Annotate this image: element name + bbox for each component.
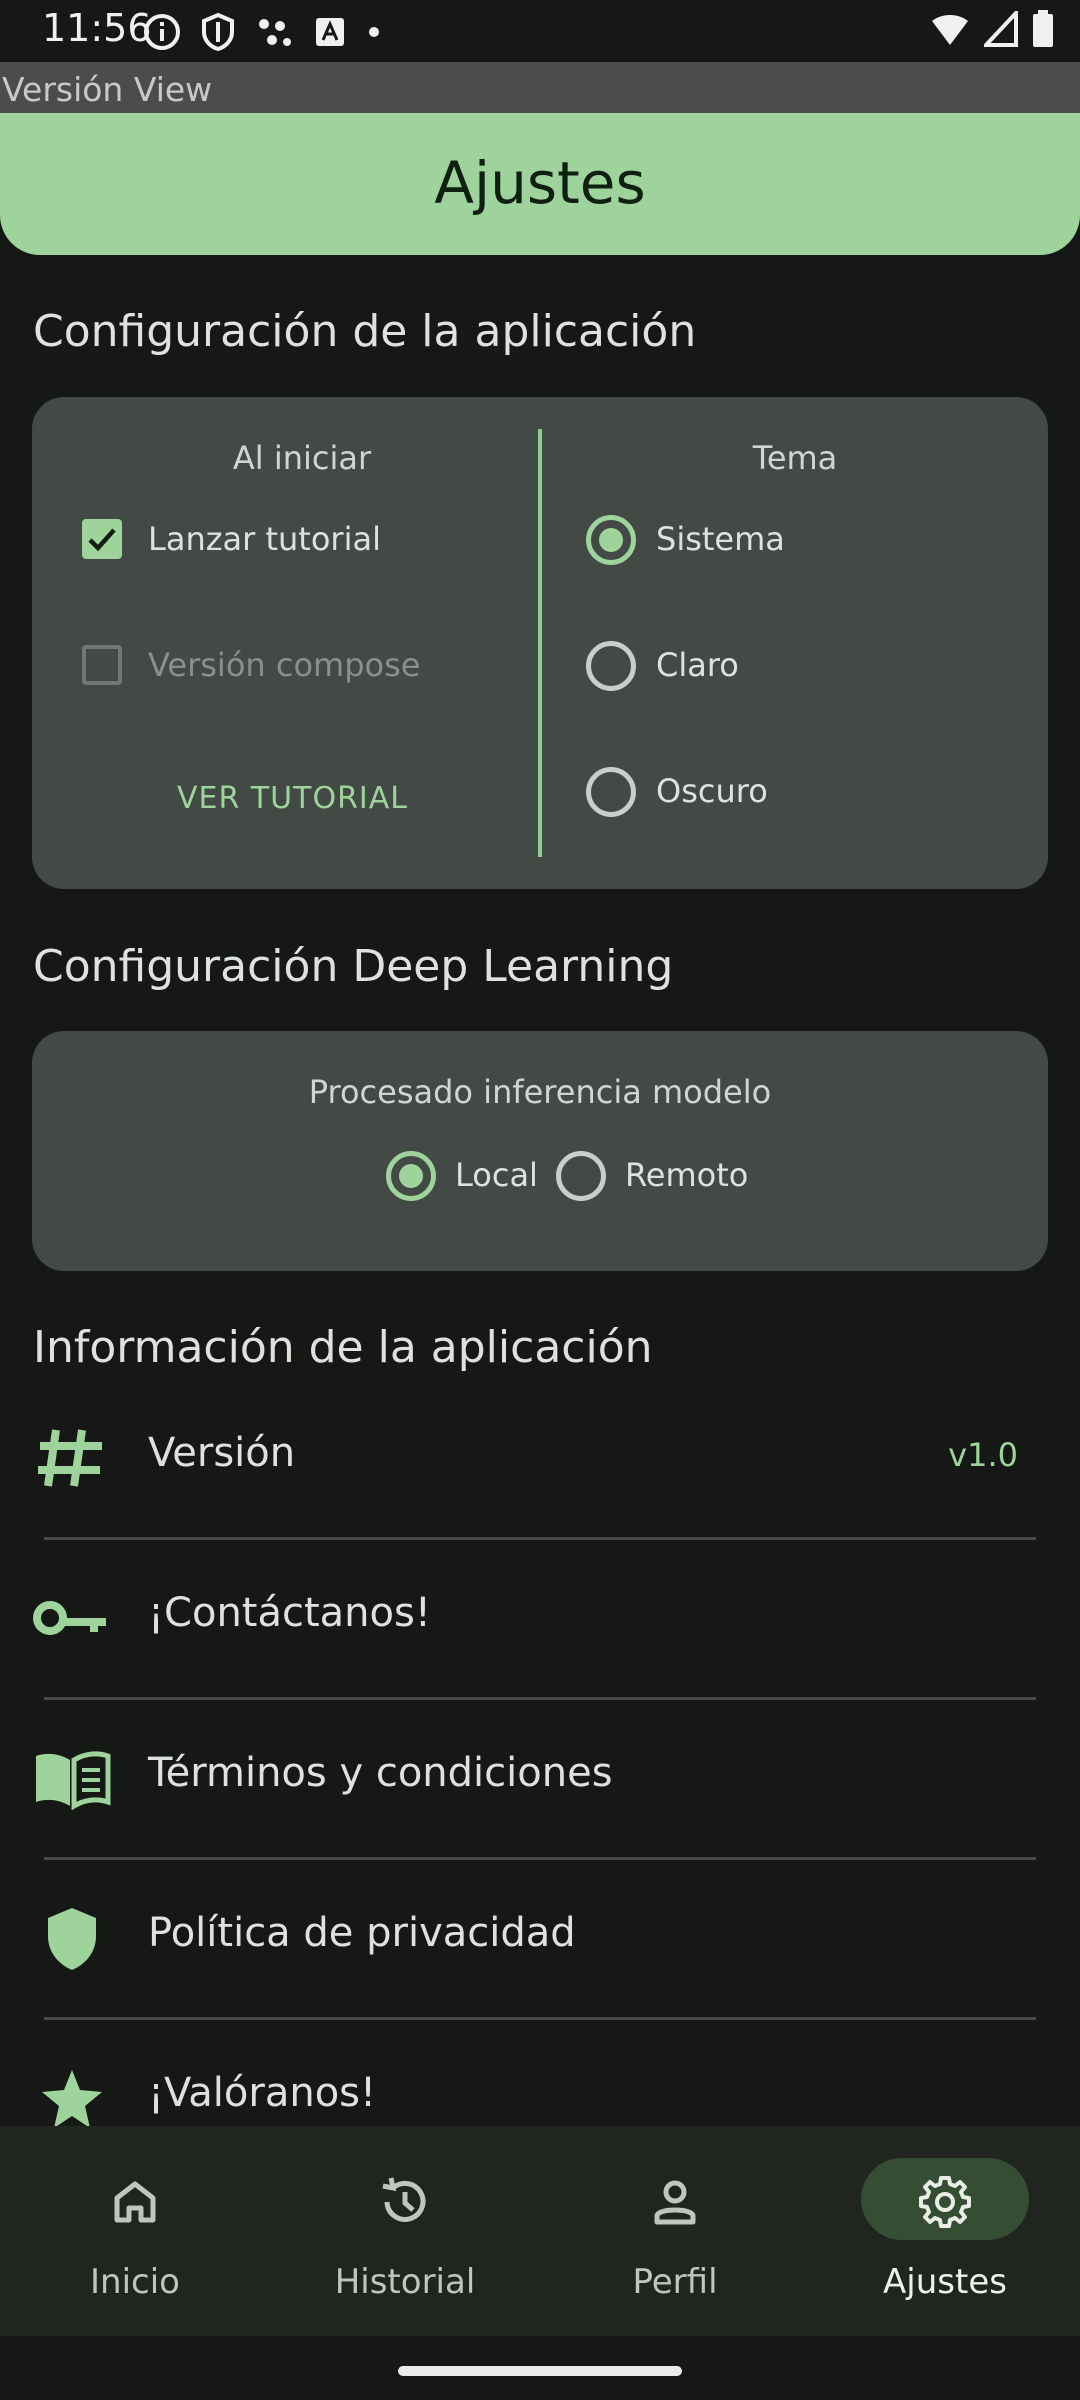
radio-unselected[interactable]	[586, 641, 636, 691]
launch-tutorial-label: Lanzar tutorial	[148, 520, 381, 558]
notification-icons	[142, 12, 382, 52]
shield-status-icon	[202, 12, 234, 52]
shield-icon	[48, 1908, 96, 1970]
theme-option-label: Oscuro	[656, 772, 768, 810]
gesture-handle[interactable]	[398, 2366, 682, 2376]
app-config-card: Al iniciar Lanzar tutorial Versión compo…	[32, 397, 1048, 889]
column-divider	[538, 429, 542, 857]
inference-option-label: Local	[455, 1156, 538, 1194]
compose-version-label: Versión compose	[148, 646, 421, 684]
nav-label: Ajustes	[883, 2262, 1007, 2302]
radio-unselected[interactable]	[586, 767, 636, 817]
gear-icon	[919, 2176, 971, 2228]
home-icon	[114, 2181, 156, 2223]
wifi-icon	[932, 15, 968, 45]
info-row-label: Términos y condiciones	[148, 1750, 613, 1796]
info-row-contact[interactable]: ¡Contáctanos!	[0, 1540, 1080, 1700]
check-icon	[88, 528, 116, 552]
info-row-terms[interactable]: Términos y condiciones	[0, 1700, 1080, 1860]
bottom-navigation: Inicio Historial Perfil Ajustes	[0, 2126, 1080, 2336]
status-time: 11:56	[42, 6, 152, 50]
theme-title: Tema	[752, 439, 838, 477]
page-title: Ajustes	[434, 149, 646, 217]
app-info-title: Información de la aplicación	[33, 1322, 653, 1373]
nav-item-inicio[interactable]: Inicio	[0, 2126, 270, 2336]
person-icon	[654, 2180, 696, 2225]
dl-config-title: Configuración Deep Learning	[33, 941, 674, 992]
inference-option-label: Remoto	[625, 1156, 749, 1194]
version-bar-label: Versión View	[2, 70, 213, 109]
dot-icon	[369, 27, 379, 37]
info-row-privacy[interactable]: Política de privacidad	[0, 1860, 1080, 2020]
keyboard-icon	[316, 18, 344, 46]
radio-unselected[interactable]	[556, 1151, 606, 1201]
startup-title: Al iniciar	[232, 439, 372, 477]
radio-selected[interactable]	[386, 1151, 436, 1201]
nav-label: Perfil	[632, 2262, 718, 2302]
checkbox-checked[interactable]	[82, 519, 122, 559]
version-bar: Versión View	[0, 62, 1080, 114]
signal-icon	[984, 11, 1018, 47]
theme-option-label: Claro	[656, 646, 739, 684]
status-bar: 11:56	[0, 0, 1080, 62]
book-icon	[36, 1751, 111, 1810]
nav-item-historial[interactable]: Historial	[270, 2126, 540, 2336]
system-icons	[930, 10, 1054, 48]
info-row-label: Política de privacidad	[148, 1910, 576, 1956]
dl-config-card: Procesado inferencia modelo Local Remoto	[32, 1031, 1048, 1271]
hash-icon	[38, 1429, 102, 1487]
info-row-label: ¡Contáctanos!	[148, 1590, 431, 1636]
info-row-label: ¡Valóranos!	[148, 2070, 377, 2116]
radio-selected[interactable]	[586, 515, 636, 565]
checkbox-unchecked[interactable]	[82, 645, 122, 685]
view-tutorial-button[interactable]: VER TUTORIAL	[177, 781, 408, 816]
nav-label: Inicio	[90, 2262, 180, 2302]
top-app-bar: Ajustes	[0, 113, 1080, 255]
nav-label: Historial	[334, 2262, 476, 2302]
info-row-label: Versión	[148, 1430, 296, 1476]
info-icon	[144, 14, 180, 50]
gesture-bar	[0, 2336, 1080, 2400]
history-icon	[382, 2177, 426, 2222]
battery-icon	[1033, 10, 1053, 47]
nav-item-ajustes[interactable]: Ajustes	[810, 2126, 1080, 2336]
star-icon	[42, 2070, 102, 2128]
version-value: v1.0	[948, 1436, 1018, 1474]
inference-title: Procesado inferencia modelo	[308, 1073, 772, 1111]
dots-icon	[259, 19, 291, 46]
info-row-version[interactable]: Versión v1.0	[0, 1380, 1080, 1540]
theme-option-label: Sistema	[656, 520, 785, 558]
app-config-title: Configuración de la aplicación	[33, 306, 697, 357]
key-icon	[33, 1601, 106, 1635]
nav-item-perfil[interactable]: Perfil	[540, 2126, 810, 2336]
